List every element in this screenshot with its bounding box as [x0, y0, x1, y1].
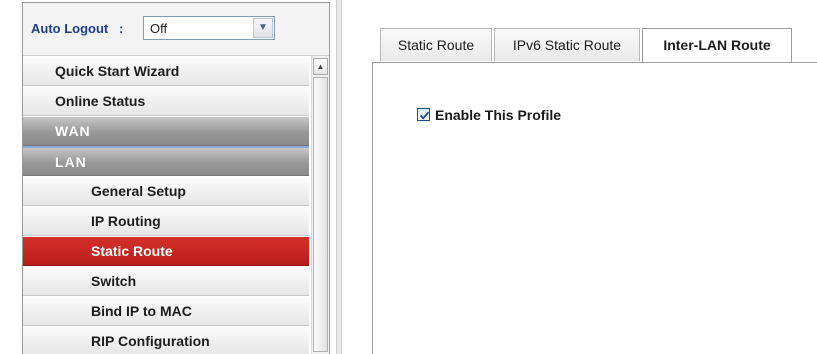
enable-profile-label: Enable This Profile: [435, 107, 562, 123]
router-admin-page: Auto Logout : Off ▼ Quick Start Wizard O…: [0, 0, 817, 354]
checkmark-icon: [419, 111, 430, 120]
sidebar-item-rip-configuration[interactable]: RIP Configuration: [23, 326, 309, 354]
sidebar-group-lan[interactable]: LAN: [23, 146, 309, 176]
auto-logout-select[interactable]: Off ▼: [143, 16, 275, 40]
chevron-down-icon[interactable]: ▼: [253, 18, 273, 38]
sidebar: Auto Logout : Off ▼ Quick Start Wizard O…: [22, 2, 330, 354]
inter-lan-route-panel: Enable This Profile: [372, 62, 817, 354]
auto-logout-bar: Auto Logout : Off ▼: [23, 3, 329, 56]
scroll-up-arrow-icon[interactable]: ▲: [313, 58, 328, 75]
sidebar-group-wan[interactable]: WAN: [23, 116, 309, 146]
sidebar-item-switch[interactable]: Switch: [23, 266, 309, 296]
sidebar-item-bind-ip-to-mac[interactable]: Bind IP to MAC: [23, 296, 309, 326]
sidebar-item-general-setup[interactable]: General Setup: [23, 176, 309, 206]
auto-logout-value: Off: [150, 21, 168, 36]
pane-divider[interactable]: [336, 0, 342, 354]
auto-logout-label: Auto Logout: [31, 21, 109, 36]
sidebar-item-ip-routing[interactable]: IP Routing: [23, 206, 309, 236]
sidebar-item-static-route[interactable]: Static Route: [23, 236, 309, 266]
scrollbar-thumb[interactable]: [313, 77, 328, 352]
sidebar-item-online-status[interactable]: Online Status: [23, 86, 309, 116]
main-content: Static Route IPv6 Static Route Inter-LAN…: [372, 24, 817, 354]
sidebar-item-quick-start-wizard[interactable]: Quick Start Wizard: [23, 56, 309, 86]
tab-ipv6-static-route[interactable]: IPv6 Static Route: [494, 28, 640, 61]
tab-static-route[interactable]: Static Route: [380, 28, 492, 61]
sidebar-scrollbar[interactable]: ▲: [311, 56, 329, 354]
auto-logout-colon: :: [119, 21, 124, 36]
tab-inter-lan-route[interactable]: Inter-LAN Route: [642, 28, 792, 63]
sidebar-menu: Quick Start Wizard Online Status WAN LAN…: [23, 56, 309, 354]
enable-profile-checkbox[interactable]: [417, 108, 430, 121]
